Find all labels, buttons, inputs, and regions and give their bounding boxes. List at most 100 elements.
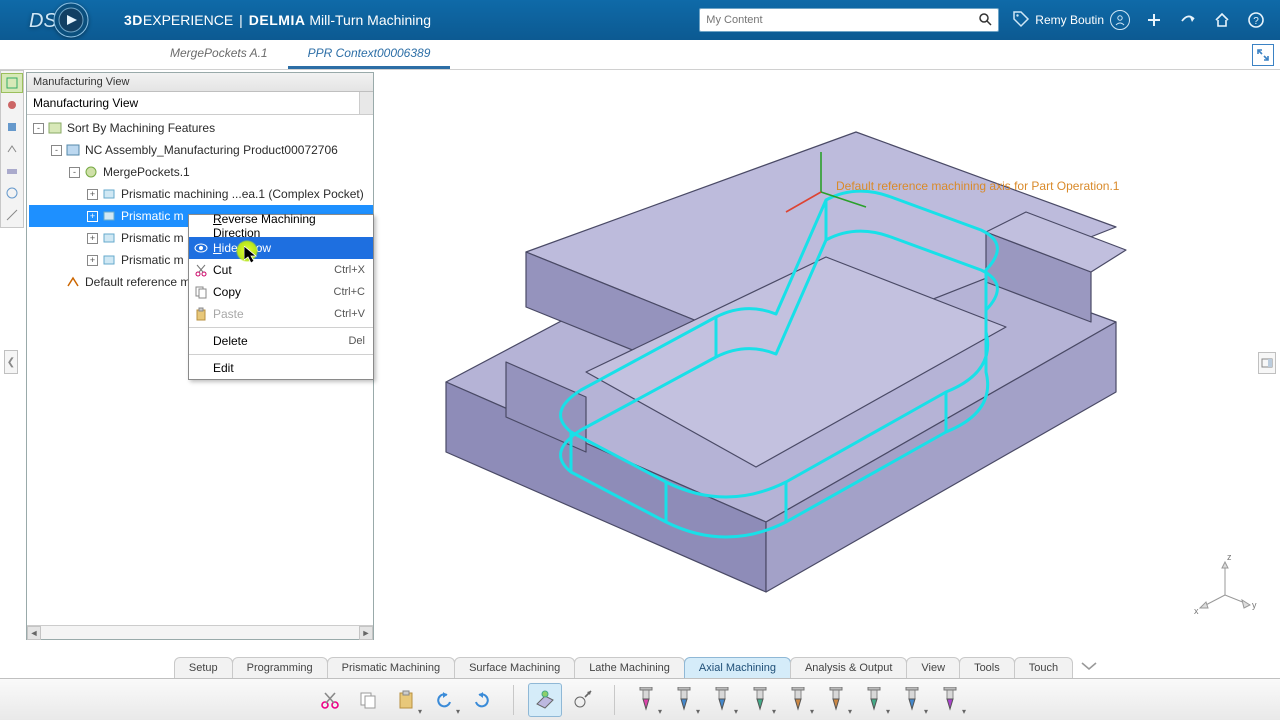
title-divider: | xyxy=(239,12,243,28)
brand-bold: 3D xyxy=(124,12,143,28)
blank-icon xyxy=(193,333,209,349)
tree-twisty[interactable]: - xyxy=(69,167,80,178)
edit-tool-group: ▾ ▾ xyxy=(307,682,505,718)
tree-label: Default reference m xyxy=(85,275,190,289)
ribbon-tab-lathe-machining[interactable]: Lathe Machining xyxy=(574,657,685,678)
eye-icon xyxy=(193,240,209,256)
bottom-toolbar: ▾ ▾ ▾▾▾▾▾▾▾▾▾ xyxy=(0,678,1280,720)
tree-filter-input[interactable] xyxy=(27,92,359,114)
left-tool-1[interactable] xyxy=(1,73,23,93)
drill-7-button[interactable]: ▾ xyxy=(857,683,891,717)
left-tool-7[interactable] xyxy=(1,205,23,225)
left-panel-expand[interactable]: ❮ xyxy=(4,350,18,374)
tree-row-3[interactable]: +Prismatic machining ...ea.1 (Complex Po… xyxy=(29,183,373,205)
ctx-label: Hide/Show xyxy=(213,241,365,255)
svg-text:?: ? xyxy=(1253,16,1259,27)
tree-label: Prismatic m xyxy=(121,231,184,245)
tree-twisty[interactable]: + xyxy=(87,233,98,244)
ctx-edit[interactable]: Edit xyxy=(189,357,373,379)
tree-label: MergePockets.1 xyxy=(103,165,190,179)
doc-tab-1[interactable]: PPR Context00006389 xyxy=(288,40,451,69)
ctx-label: Copy xyxy=(213,285,334,299)
ribbon-tab-programming[interactable]: Programming xyxy=(232,657,328,678)
paste-button[interactable]: ▾ xyxy=(389,683,423,717)
search-box[interactable] xyxy=(699,8,999,32)
drill-8-button[interactable]: ▾ xyxy=(895,683,929,717)
ctx-cut[interactable]: CutCtrl+X xyxy=(189,259,373,281)
plus-icon[interactable] xyxy=(1144,10,1164,30)
ctx-hide-show[interactable]: Hide/Show xyxy=(189,237,373,259)
left-tool-2[interactable] xyxy=(1,95,23,115)
doc-tab-0[interactable]: MergePockets A.1 xyxy=(150,40,288,69)
drill-1-button[interactable]: ▾ xyxy=(629,683,663,717)
ctx-copy[interactable]: CopyCtrl+C xyxy=(189,281,373,303)
scroll-left-icon[interactable]: ◄ xyxy=(27,626,41,640)
axis-y-label: y xyxy=(1252,600,1257,610)
ribbon-tab-view[interactable]: View xyxy=(906,657,960,678)
ribbon-tab-setup[interactable]: Setup xyxy=(174,657,233,678)
ctx-shortcut: Ctrl+C xyxy=(334,286,365,298)
top-bar: DS 3DEXPERIENCE | DELMIA Mill-Turn Machi… xyxy=(0,0,1280,40)
left-tool-5[interactable] xyxy=(1,161,23,181)
ribbon-tab-axial-machining[interactable]: Axial Machining xyxy=(684,657,791,678)
ctx-label: Edit xyxy=(213,361,365,375)
tree-twisty[interactable]: + xyxy=(87,211,98,222)
right-panel-expand[interactable] xyxy=(1258,352,1276,374)
blank-icon xyxy=(193,218,209,234)
tree-twisty[interactable]: - xyxy=(33,123,44,134)
fullscreen-toggle[interactable] xyxy=(1252,44,1274,66)
compass-widget[interactable]: DS xyxy=(0,0,120,40)
home-icon[interactable] xyxy=(1212,10,1232,30)
drill-5-button[interactable]: ▾ xyxy=(781,683,815,717)
ribbon-tab-analysis-output[interactable]: Analysis & Output xyxy=(790,657,907,678)
tree-twisty[interactable]: + xyxy=(87,189,98,200)
left-tool-4[interactable] xyxy=(1,139,23,159)
tree-header-scroll[interactable] xyxy=(359,92,373,114)
tree-row-1[interactable]: -NC Assembly_Manufacturing Product000727… xyxy=(29,139,373,161)
tree-twisty[interactable]: - xyxy=(51,145,62,156)
tag-icon[interactable] xyxy=(1011,9,1031,32)
tree-label: Sort By Machining Features xyxy=(67,121,215,135)
axis-z-label: z xyxy=(1227,552,1232,562)
left-tool-3[interactable] xyxy=(1,117,23,137)
ctx-paste: PasteCtrl+V xyxy=(189,303,373,325)
drill-3-button[interactable]: ▾ xyxy=(705,683,739,717)
ribbon-more-icon[interactable] xyxy=(1072,655,1106,678)
undo-button[interactable]: ▾ xyxy=(427,683,461,717)
ctx-reverse-machining-direction[interactable]: Reverse Machining Direction xyxy=(189,215,373,237)
cut-icon xyxy=(193,262,209,278)
ctx-shortcut: Del xyxy=(348,335,365,347)
ctx-delete[interactable]: DeleteDel xyxy=(189,330,373,352)
drill-4-button[interactable]: ▾ xyxy=(743,683,777,717)
ribbon-tabs: SetupProgrammingPrismatic MachiningSurfa… xyxy=(0,654,1280,678)
copy-button[interactable] xyxy=(351,683,385,717)
axial-mode-b[interactable] xyxy=(566,683,600,717)
redo-button[interactable] xyxy=(465,683,499,717)
drill-9-button[interactable]: ▾ xyxy=(933,683,967,717)
left-tool-6[interactable] xyxy=(1,183,23,203)
tree-hscroll[interactable]: ◄ ► xyxy=(27,625,373,639)
share-icon[interactable] xyxy=(1178,10,1198,30)
user-chip[interactable]: Remy Boutin xyxy=(1035,10,1130,30)
tree-row-2[interactable]: - MergePockets.1 xyxy=(29,161,373,183)
tree-row-0[interactable]: - Sort By Machining Features xyxy=(29,117,373,139)
scroll-right-icon[interactable]: ► xyxy=(359,626,373,640)
brand-light: EXPERIENCE xyxy=(143,12,233,28)
drill-2-button[interactable]: ▾ xyxy=(667,683,701,717)
help-icon[interactable]: ? xyxy=(1246,10,1266,30)
user-avatar-icon xyxy=(1110,10,1130,30)
axis-triad[interactable]: z x y xyxy=(1190,550,1260,620)
tree-twisty[interactable]: + xyxy=(87,255,98,266)
drill-6-button[interactable]: ▾ xyxy=(819,683,853,717)
ribbon-tab-surface-machining[interactable]: Surface Machining xyxy=(454,657,575,678)
search-icon[interactable] xyxy=(978,12,992,29)
axial-mode-a[interactable] xyxy=(528,683,562,717)
document-tabs: MergePockets A.1PPR Context00006389 xyxy=(0,40,1280,70)
search-input[interactable] xyxy=(706,14,978,26)
cut-button[interactable] xyxy=(313,683,347,717)
axial-tool-group: ▾▾▾▾▾▾▾▾▾ xyxy=(623,682,973,718)
ribbon-tab-tools[interactable]: Tools xyxy=(959,657,1015,678)
ribbon-tab-touch[interactable]: Touch xyxy=(1014,657,1073,678)
ribbon-tab-prismatic-machining[interactable]: Prismatic Machining xyxy=(327,657,455,678)
ctx-label: Delete xyxy=(213,334,348,348)
